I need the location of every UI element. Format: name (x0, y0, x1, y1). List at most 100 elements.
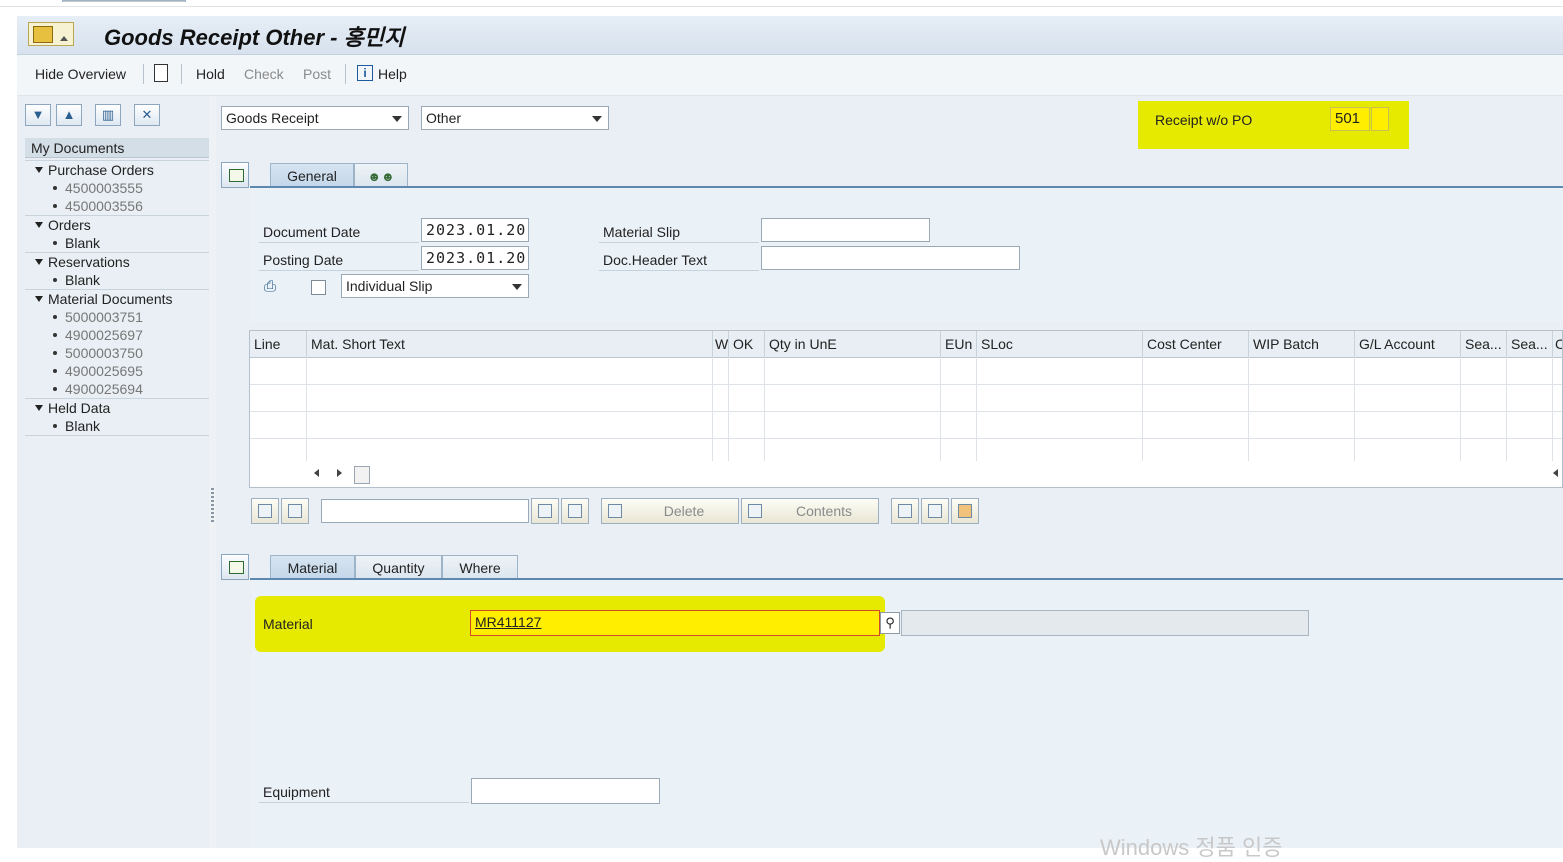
find-button[interactable] (531, 498, 559, 524)
column-header-c[interactable]: C (1553, 331, 1562, 357)
tab-material[interactable]: Material (270, 555, 355, 579)
column-header-sea-2[interactable]: Sea... (1507, 331, 1553, 357)
scroll-left-icon[interactable] (314, 469, 319, 477)
item-search-input[interactable] (321, 499, 529, 523)
column-header-line[interactable]: Line (250, 331, 307, 357)
windows-activation-watermark: Windows 정품 인증 (1100, 835, 1283, 860)
expand-detail-button[interactable] (221, 554, 249, 580)
tree-item[interactable]: 5000003751 (25, 308, 209, 326)
tree-folder-material-documents[interactable]: Material Documents (25, 289, 209, 308)
posting-date-field[interactable]: 2023.01.20 (421, 246, 529, 270)
tree-item[interactable]: 4500003556 (25, 197, 209, 215)
column-header-ok[interactable]: OK (729, 331, 765, 357)
find-next-button[interactable] (561, 498, 589, 524)
transaction-select[interactable]: Goods Receipt (221, 106, 409, 130)
info-icon[interactable]: i (357, 65, 373, 81)
print-checkbox[interactable] (311, 280, 326, 295)
select-all-button[interactable] (251, 498, 279, 524)
people-icon: ☻☻ (367, 169, 395, 184)
documents-tree: Purchase Orders 4500003555 4500003556 Or… (25, 160, 209, 436)
scroll-right-icon[interactable] (337, 469, 342, 477)
contents-button[interactable]: Contents (741, 498, 879, 524)
tree-folder-orders[interactable]: Orders (25, 215, 209, 234)
column-header-qty[interactable]: Qty in UnE (765, 331, 941, 357)
column-header-sea-1[interactable]: Sea... (1461, 331, 1507, 357)
horizontal-scrollbar[interactable] (250, 463, 1562, 487)
tree-item[interactable]: Blank (25, 417, 209, 435)
print-version-select[interactable]: Individual Slip (341, 274, 529, 298)
scroll-thumb[interactable] (354, 466, 370, 484)
deselect-all-button[interactable] (281, 498, 309, 524)
tab-quantity[interactable]: Quantity (355, 555, 442, 579)
table-header: Line Mat. Short Text W OK Qty in UnE EUn… (250, 331, 1562, 358)
material-slip-label: Material Slip (603, 224, 681, 240)
movement-type-suffix[interactable] (1371, 107, 1389, 131)
scroll-left-icon[interactable] (1553, 469, 1558, 477)
panel-splitter[interactable] (209, 96, 216, 848)
stock-icon[interactable] (951, 498, 979, 524)
tree-folder-reservations[interactable]: Reservations (25, 252, 209, 271)
copy-icon (748, 504, 762, 518)
column-header-sloc[interactable]: SLoc (977, 331, 1143, 357)
expand-icon[interactable] (891, 498, 919, 524)
transaction-menu-icon[interactable] (28, 22, 74, 46)
toolbar-separator (143, 64, 144, 84)
tree-item[interactable]: 4900025697 (25, 326, 209, 344)
item-overview-table[interactable]: Line Mat. Short Text W OK Qty in UnE EUn… (249, 330, 1563, 488)
toolbar-separator (181, 64, 182, 84)
reference-select[interactable]: Other (421, 106, 609, 130)
toolbar-separator (345, 64, 346, 84)
check-button[interactable]: Check (244, 66, 284, 82)
doc-header-text-label: Doc.Header Text (603, 252, 708, 268)
equipment-field[interactable] (471, 778, 660, 804)
expand-all-icon[interactable]: ▼ (25, 104, 51, 126)
hold-button[interactable]: Hold (196, 66, 225, 82)
printer-icon: ⎙ (264, 278, 277, 295)
material-slip-field[interactable] (761, 218, 930, 242)
document-date-field[interactable]: 2023.01.20 (421, 218, 529, 242)
column-header-eun[interactable]: EUn (941, 331, 977, 357)
material-label: Material (263, 616, 313, 632)
expand-header-button[interactable] (221, 162, 249, 188)
my-documents-header[interactable]: My Documents (25, 138, 209, 158)
column-header-gl-account[interactable]: G/L Account (1355, 331, 1461, 357)
tab-where[interactable]: Where (442, 555, 518, 579)
chevron-down-icon (392, 116, 402, 122)
tree-item[interactable]: 5000003750 (25, 344, 209, 362)
material-description-field (901, 610, 1309, 636)
equipment-label: Equipment (263, 784, 330, 800)
window-title: Goods Receipt Other - 홍민지 (104, 25, 405, 50)
search-help-icon[interactable]: ⚲ (880, 612, 900, 634)
hide-overview-button[interactable]: Hide Overview (35, 66, 126, 82)
tab-general[interactable]: General (270, 163, 354, 187)
help-button[interactable]: Help (378, 66, 407, 82)
tab-partner[interactable]: ☻☻ (354, 163, 408, 187)
close-icon[interactable]: ✕ (134, 104, 160, 126)
collapse-all-icon[interactable]: ▲ (56, 104, 82, 126)
column-header-wip-batch[interactable]: WIP Batch (1249, 331, 1355, 357)
posting-date-label: Posting Date (263, 252, 344, 268)
column-header-cost-center[interactable]: Cost Center (1143, 331, 1249, 357)
tree-folder-held-data[interactable]: Held Data (25, 398, 209, 417)
delete-button[interactable]: Delete (601, 498, 739, 524)
movement-type-field[interactable]: 501 (1330, 107, 1370, 131)
tree-item[interactable]: 4900025694 (25, 380, 209, 398)
trash-icon (608, 504, 622, 518)
tree-item[interactable]: 4500003555 (25, 179, 209, 197)
tree-folder-purchase-orders[interactable]: Purchase Orders (25, 160, 209, 179)
trash-icon[interactable]: ▥ (95, 104, 121, 126)
column-header-w[interactable]: W (713, 331, 729, 357)
tree-item[interactable]: Blank (25, 271, 209, 289)
post-button[interactable]: Post (303, 66, 331, 82)
chevron-down-icon (592, 116, 602, 122)
hierarchy-icon[interactable] (921, 498, 949, 524)
document-date-label: Document Date (263, 224, 361, 240)
tree-item[interactable]: Blank (25, 234, 209, 252)
column-header-mat-short-text[interactable]: Mat. Short Text (307, 331, 713, 357)
movement-type-label: Receipt w/o PO (1155, 112, 1253, 128)
chevron-down-icon (512, 284, 522, 290)
doc-header-text-field[interactable] (761, 246, 1020, 270)
tree-item[interactable]: 4900025695 (25, 362, 209, 380)
new-document-icon[interactable] (154, 64, 168, 82)
material-field[interactable]: MR411127 (470, 610, 880, 636)
